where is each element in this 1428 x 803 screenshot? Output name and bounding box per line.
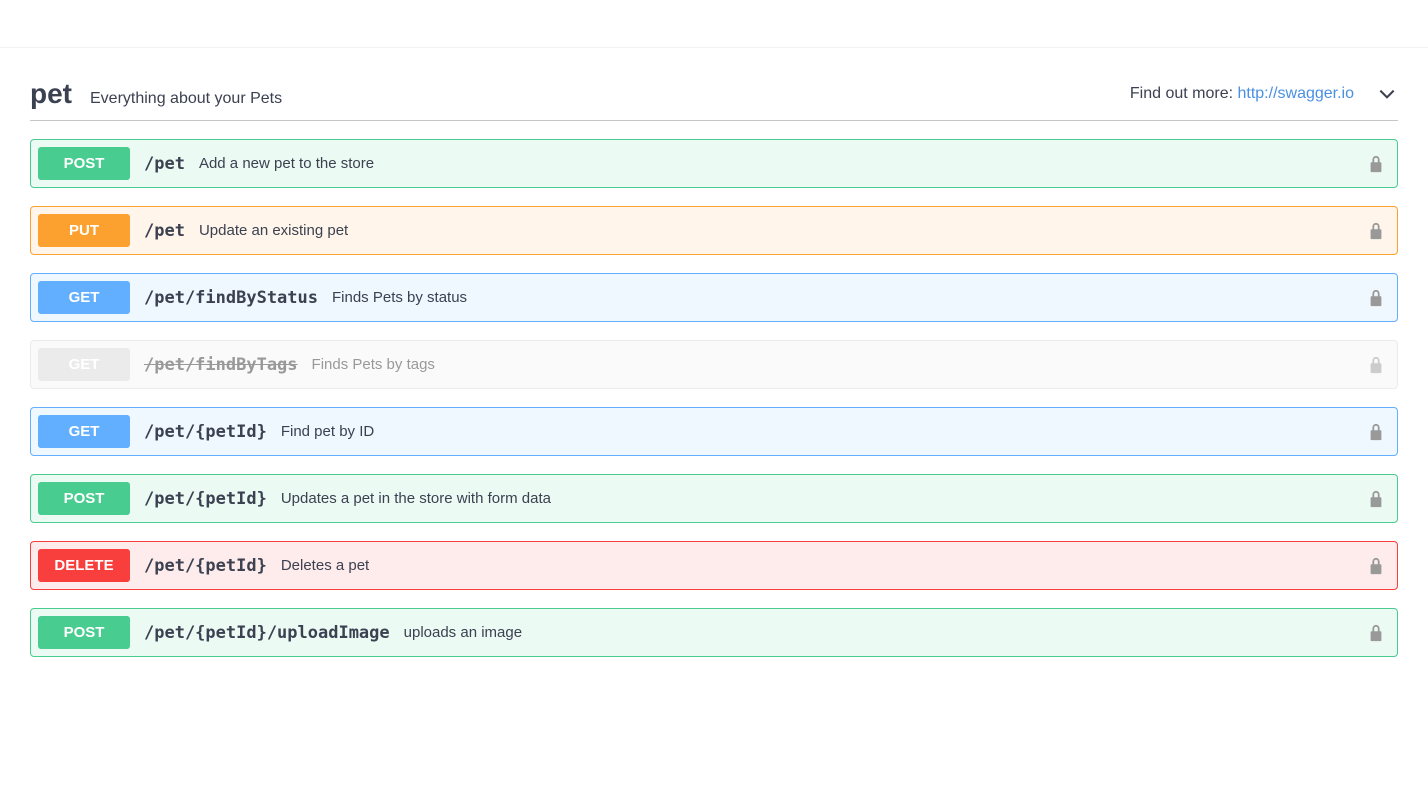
tag-external-label: Find out more: <box>1130 85 1238 102</box>
operation-summary: Finds Pets by tags <box>312 356 435 373</box>
operation-path: /pet/{petId} <box>144 422 267 442</box>
operation-summary: Finds Pets by status <box>332 289 467 306</box>
tag-external-link[interactable]: http://swagger.io <box>1237 85 1354 102</box>
method-badge: POST <box>38 616 130 649</box>
method-badge: GET <box>38 415 130 448</box>
method-badge: PUT <box>38 214 130 247</box>
lock-icon[interactable] <box>1367 422 1385 442</box>
operation-row[interactable]: GET/pet/findByStatus Finds Pets by status <box>30 273 1398 322</box>
operation-path: /pet <box>144 221 185 241</box>
operation-path: /pet/{petId} <box>144 489 267 509</box>
tag-name: pet <box>30 78 72 110</box>
lock-icon[interactable] <box>1367 221 1385 241</box>
top-spacer <box>0 0 1428 48</box>
operation-row[interactable]: DELETE/pet/{petId} Deletes a pet <box>30 541 1398 590</box>
operation-summary: Update an existing pet <box>199 222 348 239</box>
operation-summary: Updates a pet in the store with form dat… <box>281 490 551 507</box>
operation-path: /pet/{petId} <box>144 556 267 576</box>
operation-row[interactable]: GET/pet/findByTags Finds Pets by tags <box>30 340 1398 389</box>
operation-row[interactable]: GET/pet/{petId} Find pet by ID <box>30 407 1398 456</box>
lock-icon[interactable] <box>1367 623 1385 643</box>
operation-path: /pet/{petId}/uploadImage <box>144 623 390 643</box>
method-badge: POST <box>38 147 130 180</box>
tag-external-docs: Find out more: http://swagger.io <box>1130 85 1354 103</box>
container: pet Everything about your Pets Find out … <box>0 48 1428 715</box>
operation-path: /pet <box>144 154 185 174</box>
operation-summary: uploads an image <box>404 624 522 641</box>
method-badge: DELETE <box>38 549 130 582</box>
operation-row[interactable]: POST/pet/{petId} Updates a pet in the sto… <box>30 474 1398 523</box>
operation-summary: Find pet by ID <box>281 423 374 440</box>
operations-list: POST/pet Add a new pet to the store PUT/pe… <box>30 139 1398 657</box>
tag-header[interactable]: pet Everything about your Pets Find out … <box>30 78 1398 121</box>
operation-row[interactable]: POST/pet Add a new pet to the store <box>30 139 1398 188</box>
tag-header-right: Find out more: http://swagger.io <box>1130 83 1398 105</box>
chevron-down-icon[interactable] <box>1376 83 1398 105</box>
lock-icon[interactable] <box>1367 355 1385 375</box>
operation-summary: Add a new pet to the store <box>199 155 374 172</box>
operation-path: /pet/findByTags <box>144 355 298 375</box>
lock-icon[interactable] <box>1367 288 1385 308</box>
tag-description: Everything about your Pets <box>90 90 282 108</box>
operation-row[interactable]: POST/pet/{petId}/uploadImage uploads an i… <box>30 608 1398 657</box>
lock-icon[interactable] <box>1367 154 1385 174</box>
lock-icon[interactable] <box>1367 489 1385 509</box>
tag-header-left: pet Everything about your Pets <box>30 78 282 110</box>
operation-path: /pet/findByStatus <box>144 288 318 308</box>
method-badge: GET <box>38 348 130 381</box>
lock-icon[interactable] <box>1367 556 1385 576</box>
method-badge: GET <box>38 281 130 314</box>
operation-summary: Deletes a pet <box>281 557 369 574</box>
method-badge: POST <box>38 482 130 515</box>
operation-row[interactable]: PUT/pet Update an existing pet <box>30 206 1398 255</box>
